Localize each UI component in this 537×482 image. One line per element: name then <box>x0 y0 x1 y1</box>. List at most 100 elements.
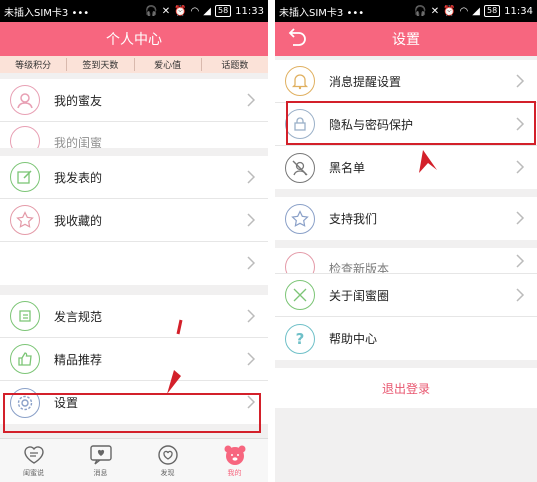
menu-item-label: 发言规范 <box>54 309 103 324</box>
chevron-right-icon <box>516 160 525 174</box>
screenshot-divider <box>268 0 275 482</box>
profile-screen: 未插入SIM卡3 ••• 🎧 ✕ ⏰ ◠ ◢ 58 11:33 个人中心 等级积… <box>0 0 268 482</box>
menu-item-recommended[interactable]: 精品推荐 <box>0 338 268 381</box>
carrier-text: 未插入SIM卡3 ••• <box>4 7 90 19</box>
stat-level-points[interactable]: 等级积分 <box>0 58 68 71</box>
menu-item-speech-rules[interactable]: 发言规范 <box>0 295 268 338</box>
headset-icon: 🎧 <box>414 5 427 17</box>
header: 个人中心 <box>0 22 268 56</box>
stat-love-value[interactable]: 爱心值 <box>135 58 202 71</box>
setting-help-center[interactable]: ? 帮助中心 <box>275 317 537 360</box>
chevron-right-icon <box>516 254 525 268</box>
blocked-user-icon <box>285 152 315 183</box>
friends-avatar-icon <box>10 85 40 115</box>
menu-item-my-friends[interactable]: 我的蜜友 <box>0 79 268 122</box>
battery-icon: 58 <box>214 5 232 17</box>
menu-item-label: 我的闺蜜 <box>54 136 103 148</box>
menu-item-my-bestie[interactable]: 我的闺蜜 <box>0 122 268 148</box>
chevron-right-icon <box>516 211 525 225</box>
headset-icon: 🎧 <box>145 5 158 17</box>
chevron-right-icon <box>247 93 256 107</box>
chevron-right-icon <box>516 288 525 302</box>
header: 设置 <box>275 22 537 56</box>
menu-item-my-favorites[interactable]: 我收藏的 <box>0 199 268 242</box>
tab-chat[interactable]: 闺蜜说 <box>0 439 67 482</box>
setting-about[interactable]: 关于闺蜜圈 <box>275 274 537 317</box>
about-icon <box>285 280 315 310</box>
message-heart-icon <box>89 444 112 465</box>
status-bar: 未插入SIM卡3 ••• 🎧 ✕ ⏰ ◠ ◢ 58 11:33 <box>0 0 268 22</box>
bell-icon <box>285 66 315 96</box>
menu-item-label: 关于闺蜜圈 <box>329 288 390 303</box>
status-bar: 未插入SIM卡3 ••• 🎧 ✕ ⏰ ◠ ◢ 58 11:34 <box>275 0 537 22</box>
clock: 11:34 <box>504 5 533 17</box>
discover-icon <box>157 444 178 465</box>
help-icon: ? <box>285 323 315 354</box>
menu-item-label: 消息提醒设置 <box>329 74 402 89</box>
wifi-icon: ◠ <box>459 5 469 17</box>
menu-item-label: 支持我们 <box>329 212 378 226</box>
menu-item-label: 帮助中心 <box>329 332 378 346</box>
setting-blacklist[interactable]: 黑名单 <box>275 146 537 189</box>
stat-checkin-days[interactable]: 签到天数 <box>67 58 135 71</box>
chevron-right-icon <box>516 74 525 88</box>
chevron-right-icon <box>516 117 525 131</box>
menu-item-label: 我发表的 <box>54 170 103 185</box>
logout-button[interactable]: 退出登录 <box>275 368 537 408</box>
alarm-icon: ⏰ <box>174 5 187 17</box>
chevron-right-icon <box>247 213 256 227</box>
setting-privacy-password[interactable]: 隐私与密码保护 <box>275 103 537 146</box>
pointer-arrow-icon <box>419 150 437 173</box>
battery-icon: 58 <box>483 5 501 17</box>
chevron-right-icon <box>247 170 256 184</box>
tab-mine[interactable]: 我的 <box>201 439 268 482</box>
wifi-icon: ◠ <box>190 5 200 17</box>
menu-item-label: 黑名单 <box>329 161 366 175</box>
stats-bar: 等级积分 签到天数 爱心值 话题数 <box>0 56 268 73</box>
settings-group-account: 消息提醒设置 隐私与密码保护 黑名单 <box>275 60 537 189</box>
privacy-lock-icon <box>285 109 315 139</box>
menu-item-label: 检查新版本 <box>329 262 390 274</box>
tab-label: 发现 <box>160 468 175 477</box>
rules-icon <box>10 301 40 331</box>
chevron-right-icon <box>247 352 256 366</box>
mute-icon: ✕ <box>161 5 171 17</box>
tab-messages[interactable]: 消息 <box>67 439 134 482</box>
rate-star-icon <box>285 203 315 234</box>
pointer-arrow-icon <box>167 319 183 394</box>
mute-icon: ✕ <box>430 5 440 17</box>
menu-item-label: 我收藏的 <box>54 213 103 228</box>
chevron-right-icon <box>247 256 256 270</box>
menu-group-misc: 发言规范 精品推荐 设置 <box>0 295 268 424</box>
signal-icon: ◢ <box>472 5 480 17</box>
gear-icon <box>10 387 40 418</box>
menu-group-friends: 我的蜜友 我的闺蜜 <box>0 79 268 148</box>
bear-icon <box>224 445 245 465</box>
menu-item-my-posts[interactable]: 我发表的 <box>0 156 268 199</box>
star-icon <box>10 205 40 235</box>
settings-screen: 未插入SIM卡3 ••• 🎧 ✕ ⏰ ◠ ◢ 58 11:34 设置 消息提醒设… <box>275 0 537 482</box>
menu-item-settings[interactable]: 设置 <box>0 381 268 424</box>
back-icon[interactable] <box>285 28 307 50</box>
bottom-tab-bar: 闺蜜说 消息 发现 我的 <box>0 438 268 482</box>
chevron-right-icon <box>247 395 256 409</box>
setting-check-update[interactable]: 检查新版本 <box>275 248 537 274</box>
settings-group-app: 检查新版本 关于闺蜜圈 ? 帮助中心 <box>275 248 537 360</box>
chevron-right-icon <box>247 309 256 323</box>
menu-item-label: 设置 <box>54 396 79 410</box>
tab-discover[interactable]: 发现 <box>134 439 201 482</box>
stat-topic-count[interactable]: 话题数 <box>202 58 268 71</box>
menu-item-label: 隐私与密码保护 <box>329 117 414 132</box>
page-title: 个人中心 <box>106 32 162 48</box>
edit-post-icon <box>10 162 40 192</box>
bestie-avatar-icon <box>10 126 40 148</box>
tab-label: 消息 <box>93 468 108 477</box>
chat-heart-icon <box>23 445 44 464</box>
tab-label: 闺蜜说 <box>23 468 44 477</box>
menu-group-posts: 我发表的 我收藏的 <box>0 156 268 285</box>
setting-message-reminder[interactable]: 消息提醒设置 <box>275 60 537 103</box>
tab-label: 我的 <box>227 468 242 477</box>
settings-group-support: 支持我们 <box>275 197 537 240</box>
setting-support-us[interactable]: 支持我们 <box>275 197 537 240</box>
menu-item-blank[interactable] <box>0 242 268 285</box>
